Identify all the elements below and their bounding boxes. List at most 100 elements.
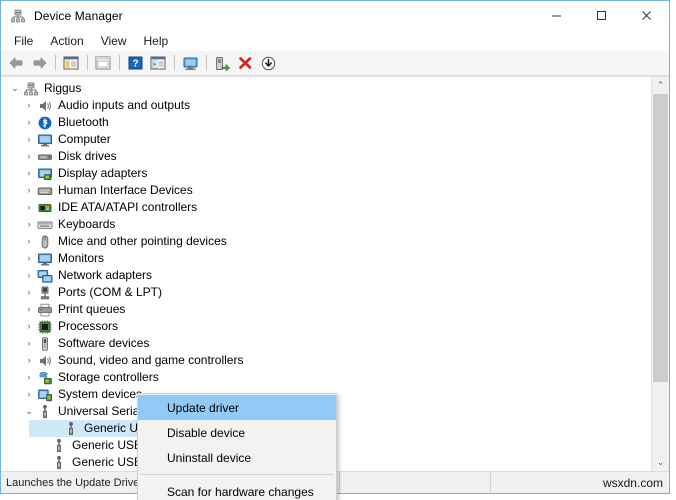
chevron-right-icon[interactable]: › [21, 216, 37, 233]
tree-item[interactable]: › Processors [1, 318, 651, 335]
tree-item[interactable]: › IDE ATA/ATAPI controllers [1, 199, 651, 216]
toolbar-separator [206, 55, 207, 71]
chevron-right-icon[interactable]: › [21, 386, 37, 403]
title-bar[interactable]: Device Manager [1, 1, 669, 30]
chevron-right-icon[interactable]: › [21, 97, 37, 114]
device-manager-window-screenshot: Device Manager File Action View Help ? ⌄… [0, 0, 676, 500]
uninstall-device-icon[interactable] [234, 52, 256, 74]
toolbar-separator [119, 55, 120, 71]
tree-item[interactable]: › Ports (COM & LPT) [1, 284, 651, 301]
chevron-right-icon[interactable]: › [21, 199, 37, 216]
system-device-icon [37, 387, 54, 403]
chevron-right-icon[interactable]: › [21, 267, 37, 284]
monitor-icon [37, 132, 54, 148]
context-menu-item[interactable]: Scan for hardware changes [138, 479, 336, 500]
speaker-icon [37, 353, 54, 369]
menu-help[interactable]: Help [138, 32, 177, 50]
window-title: Device Manager [34, 8, 123, 23]
mouse-icon [37, 234, 54, 250]
tree-item[interactable]: › Bluetooth [1, 114, 651, 131]
menu-file[interactable]: File [8, 32, 41, 50]
window-controls [534, 1, 669, 30]
chevron-right-icon[interactable]: › [21, 369, 37, 386]
chevron-right-icon[interactable]: › [21, 318, 37, 335]
enable-device-icon[interactable] [211, 52, 233, 74]
usb-icon [63, 421, 80, 437]
context-menu[interactable]: Update driver Disable device Uninstall dev… [137, 393, 337, 500]
tree-item[interactable]: › Network adapters [1, 267, 651, 284]
chevron-right-icon[interactable]: › [21, 352, 37, 369]
tree-item[interactable]: › Print queues [1, 301, 651, 318]
tree-item[interactable]: › Display adapters [1, 165, 651, 182]
tree-item[interactable]: › Keyboards [1, 216, 651, 233]
menu-separator [140, 474, 334, 475]
toolbar: ? [1, 51, 669, 76]
tree-item-label: Human Interface Devices [58, 183, 193, 197]
tree-item[interactable]: › Disk drives [1, 148, 651, 165]
toolbar-separator [174, 55, 175, 71]
menu-view[interactable]: View [95, 32, 135, 50]
properties-icon[interactable] [92, 52, 114, 74]
back-icon[interactable] [5, 52, 27, 74]
hid-icon [37, 183, 54, 199]
keyboard-icon [37, 217, 54, 233]
tree-item-label: Ports (COM & LPT) [58, 285, 163, 299]
update-driver-icon[interactable] [147, 52, 169, 74]
chevron-down-icon[interactable]: ⌄ [7, 80, 23, 97]
chevron-right-icon[interactable]: › [21, 165, 37, 182]
tree-item[interactable]: › Audio inputs and outputs [1, 97, 651, 114]
tree-item[interactable]: › Monitors [1, 250, 651, 267]
minimize-button[interactable] [534, 1, 579, 30]
context-menu-item[interactable]: Disable device [138, 420, 336, 445]
maximize-button[interactable] [579, 1, 624, 30]
disable-device-icon[interactable] [257, 52, 279, 74]
watermark: wsxdn.com [602, 475, 663, 490]
scrollbar-thumb[interactable] [653, 94, 668, 382]
chevron-right-icon[interactable]: › [21, 148, 37, 165]
tree-item-label: Bluetooth [58, 115, 109, 129]
chevron-right-icon[interactable]: › [21, 114, 37, 131]
tree-item-label: Computer [58, 132, 111, 146]
chevron-right-icon[interactable]: › [21, 284, 37, 301]
status-pane-right: wsxdn.com [490, 472, 669, 493]
tree-item-label: Sound, video and game controllers [58, 353, 244, 367]
tree-item[interactable]: › Computer [1, 131, 651, 148]
chevron-right-icon[interactable]: › [21, 233, 37, 250]
chevron-right-icon[interactable]: › [21, 335, 37, 352]
tree-item[interactable]: › Human Interface Devices [1, 182, 651, 199]
chevron-right-icon[interactable]: › [21, 250, 37, 267]
tree-item[interactable]: › Software devices [1, 335, 651, 352]
context-menu-item[interactable]: Update driver [138, 395, 336, 420]
device-manager-icon [10, 8, 26, 24]
toolbar-separator [55, 55, 56, 71]
tree-item[interactable]: › Sound, video and game controllers [1, 352, 651, 369]
scroll-up-button[interactable]: ⌃ [652, 77, 669, 94]
chevron-right-icon[interactable]: › [21, 131, 37, 148]
port-icon [37, 285, 54, 301]
tree-item-label: Disk drives [58, 149, 117, 163]
chevron-down-icon[interactable]: ⌄ [21, 403, 37, 420]
network-adapter-icon [37, 268, 54, 284]
show-hide-console-tree-icon[interactable] [60, 52, 82, 74]
tree-item[interactable]: ⌄ Riggus [1, 80, 651, 97]
monitor-icon [37, 251, 54, 267]
tree-item[interactable]: › Storage controllers [1, 369, 651, 386]
help-icon[interactable]: ? [124, 52, 146, 74]
tree-item-label: IDE ATA/ATAPI controllers [58, 200, 198, 214]
close-button[interactable] [624, 1, 669, 30]
disk-drive-icon [37, 149, 54, 165]
menu-action[interactable]: Action [44, 32, 91, 50]
speaker-icon [37, 98, 54, 114]
chevron-right-icon[interactable]: › [21, 182, 37, 199]
bluetooth-icon [37, 115, 54, 131]
scroll-down-button[interactable]: ⌄ [652, 454, 669, 471]
chevron-right-icon[interactable]: › [21, 301, 37, 318]
scan-for-hardware-changes-icon[interactable] [179, 52, 201, 74]
tree-item-label: Storage controllers [58, 370, 159, 384]
tree-item[interactable]: › Mice and other pointing devices [1, 233, 651, 250]
context-menu-item[interactable]: Uninstall device [138, 445, 336, 470]
vertical-scrollbar[interactable]: ⌃ ⌄ [651, 77, 669, 471]
usb-icon [51, 438, 68, 454]
forward-icon[interactable] [28, 52, 50, 74]
toolbar-separator [87, 55, 88, 71]
